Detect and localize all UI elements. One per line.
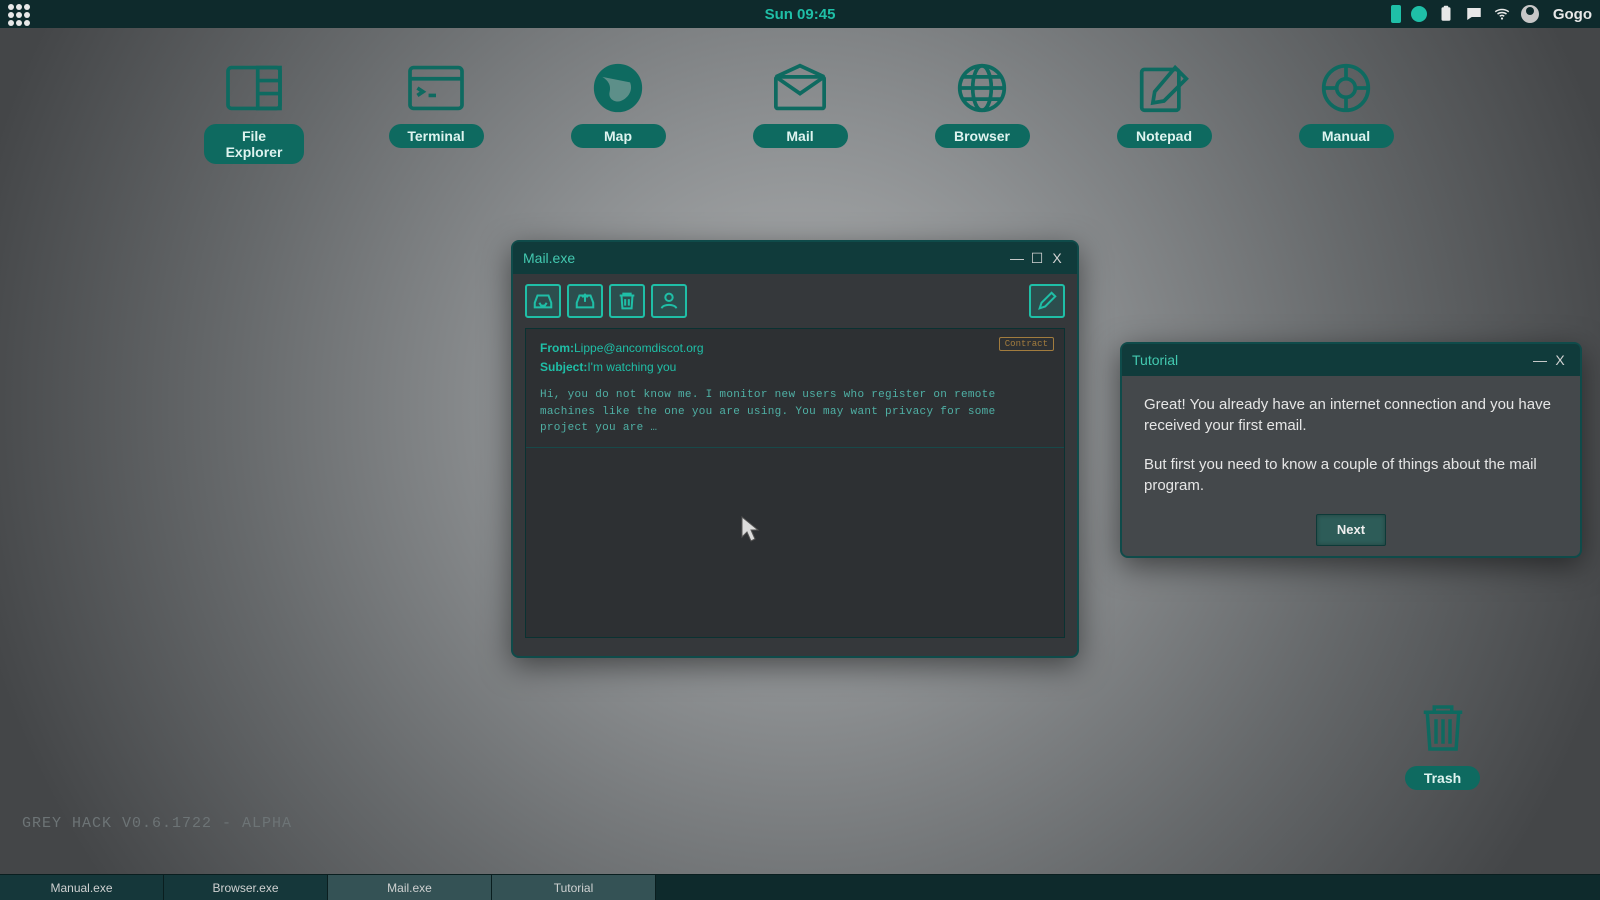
compose-button[interactable]: [1029, 284, 1065, 318]
browser-globe-icon: [950, 60, 1014, 116]
desktop-icon-label: Terminal: [389, 124, 484, 148]
mail-preview: Hi, you do not know me. I monitor new us…: [540, 387, 1050, 437]
maximize-button[interactable]: ☐: [1027, 250, 1047, 267]
tutorial-titlebar[interactable]: Tutorial — X: [1122, 344, 1580, 376]
desktop-icon-terminal[interactable]: Terminal: [386, 60, 486, 164]
avatar-icon[interactable]: [1521, 5, 1539, 23]
mail-icon: [768, 60, 832, 116]
mail-window[interactable]: Mail.exe — ☐ X Contract From:Lippe@ancom…: [511, 240, 1079, 658]
desktop-icons: File Explorer Terminal Map Mail Browser …: [0, 60, 1600, 164]
inbox-button[interactable]: [525, 284, 561, 318]
tutorial-text-1: Great! You already have an internet conn…: [1144, 394, 1558, 436]
tutorial-window[interactable]: Tutorial — X Great! You already have an …: [1120, 342, 1582, 558]
battery-icon[interactable]: [1391, 5, 1401, 23]
delete-button[interactable]: [609, 284, 645, 318]
notepad-icon: [1132, 60, 1196, 116]
taskbar-item[interactable]: Tutorial: [492, 875, 656, 900]
top-bar: Sun 09:45 Gogo: [0, 0, 1600, 28]
globe-icon: [586, 60, 650, 116]
clock: Sun 09:45: [765, 6, 836, 23]
taskbar-item[interactable]: Browser.exe: [164, 875, 328, 900]
file-explorer-icon: [222, 60, 286, 116]
tutorial-title: Tutorial: [1132, 352, 1530, 368]
apps-menu-icon[interactable]: [8, 4, 30, 26]
desktop-icon-mail[interactable]: Mail: [750, 60, 850, 164]
minimize-button[interactable]: —: [1007, 250, 1027, 266]
trash-icon: [1415, 700, 1471, 756]
desktop-icon-map[interactable]: Map: [568, 60, 668, 164]
desktop-icon-file-explorer[interactable]: File Explorer: [204, 60, 304, 164]
desktop-icon-label: Map: [571, 124, 666, 148]
desktop-icon-trash[interactable]: Trash: [1405, 700, 1480, 790]
taskbar-item[interactable]: Manual.exe: [0, 875, 164, 900]
outbox-button[interactable]: [567, 284, 603, 318]
manual-lifering-icon: [1314, 60, 1378, 116]
contacts-button[interactable]: [651, 284, 687, 318]
mail-window-title: Mail.exe: [523, 250, 1007, 266]
wifi-icon[interactable]: [1493, 5, 1511, 23]
tutorial-body: Great! You already have an internet conn…: [1122, 376, 1580, 564]
mail-toolbar: [513, 274, 1077, 328]
desktop-icon-label: Browser: [935, 124, 1030, 148]
minimize-button[interactable]: —: [1530, 352, 1550, 368]
clipboard-icon[interactable]: [1437, 5, 1455, 23]
mail-titlebar[interactable]: Mail.exe — ☐ X: [513, 242, 1077, 274]
close-button[interactable]: X: [1047, 250, 1067, 266]
user-name[interactable]: Gogo: [1553, 6, 1592, 23]
terminal-icon: [404, 60, 468, 116]
subject-value: I'm watching you: [587, 360, 676, 374]
contract-badge: Contract: [999, 337, 1054, 351]
from-value: Lippe@ancomdiscot.org: [574, 341, 704, 355]
subject-label: Subject:: [540, 360, 587, 374]
taskbar: Manual.exe Browser.exe Mail.exe Tutorial: [0, 874, 1600, 900]
desktop-icon-label: File Explorer: [204, 124, 304, 164]
tutorial-text-2: But first you need to know a couple of t…: [1144, 454, 1558, 496]
desktop-icon-label: Manual: [1299, 124, 1394, 148]
version-string: GREY HACK V0.6.1722 - ALPHA: [22, 815, 292, 832]
desktop-icon-notepad[interactable]: Notepad: [1114, 60, 1214, 164]
desktop-icon-label: Mail: [753, 124, 848, 148]
status-dot-icon[interactable]: [1411, 6, 1427, 22]
taskbar-item[interactable]: Mail.exe: [328, 875, 492, 900]
next-button[interactable]: Next: [1316, 514, 1386, 546]
chat-icon[interactable]: [1465, 5, 1483, 23]
desktop-icon-browser[interactable]: Browser: [932, 60, 1032, 164]
close-button[interactable]: X: [1550, 352, 1570, 368]
system-tray: Gogo: [1391, 0, 1592, 28]
trash-label: Trash: [1405, 766, 1480, 790]
from-label: From:: [540, 341, 574, 355]
desktop-icon-label: Notepad: [1117, 124, 1212, 148]
mail-list: Contract From:Lippe@ancomdiscot.org Subj…: [525, 328, 1065, 638]
desktop-icon-manual[interactable]: Manual: [1296, 60, 1396, 164]
mail-list-item[interactable]: Contract From:Lippe@ancomdiscot.org Subj…: [526, 329, 1064, 448]
